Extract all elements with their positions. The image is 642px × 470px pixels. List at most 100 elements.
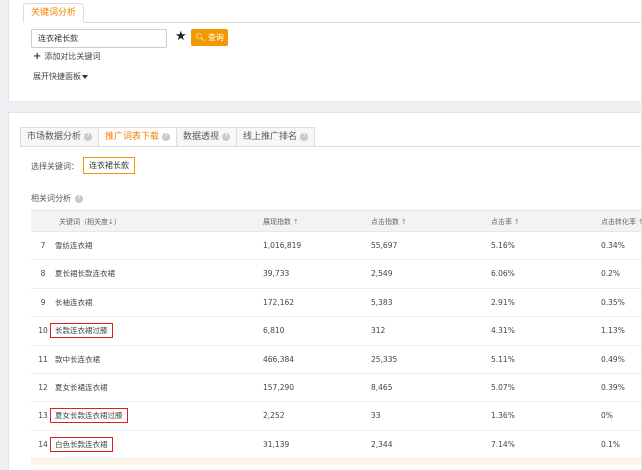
- query-button-label: 查询: [207, 33, 224, 42]
- table-row: 7 雪纺连衣裙 1,016,819 55,697 5.16% 0.34%: [31, 232, 641, 261]
- row-keyword[interactable]: 夏女长裙连衣裙: [55, 383, 108, 392]
- table-body: 7 雪纺连衣裙 1,016,819 55,697 5.16% 0.34% 8 夏长裙长款连衣裙…: [31, 232, 641, 466]
- query-button[interactable]: 🔍︎ 查询: [191, 29, 228, 46]
- row-index: 9: [40, 297, 46, 307]
- row-index: 12: [38, 382, 48, 392]
- expand-panel-label: 展开快捷面板: [33, 72, 81, 81]
- row-ctr: 5.07%: [491, 382, 515, 392]
- help-icon[interactable]: ?: [222, 133, 231, 141]
- row-ctr: 1.36%: [491, 411, 515, 421]
- selected-keyword-chip[interactable]: 连衣裙长款: [83, 157, 135, 174]
- tab-market-data[interactable]: 市场数据分析?: [20, 127, 100, 147]
- table-row: 10 长款连衣裙过膝 6,810 312 4.31% 1.13%: [31, 317, 641, 346]
- row-ctr: 5.11%: [491, 354, 515, 364]
- tab-label: 市场数据分析: [27, 132, 82, 142]
- row-clicks: 33: [371, 411, 381, 421]
- sort-up-icon: ↑: [293, 218, 299, 226]
- row-ctr: 2.91%: [491, 297, 515, 307]
- row-index: 7: [40, 241, 46, 250]
- row-conversion: 0.35%: [601, 297, 625, 307]
- expand-quick-panel-toggle[interactable]: 展开快捷面板: [33, 71, 88, 82]
- row-conversion: 0.49%: [601, 354, 625, 364]
- row-conversion: 0.34%: [601, 241, 625, 250]
- tab-online-ranking[interactable]: 线上推广排名?: [237, 127, 316, 147]
- col-header-impressions[interactable]: 展现指数 ↑: [263, 211, 299, 233]
- row-conversion: 0.1%: [601, 439, 621, 449]
- row-keyword-cell: 夏长裙长款连衣裙: [55, 260, 115, 288]
- table-row: 9 长袖连衣裙 172,162 5,383 2.91% 0.35%: [31, 289, 641, 318]
- row-ctr: 6.06%: [491, 269, 515, 279]
- table-row: 13 夏女长款连衣裙过膝 2,252 33 1.36% 0%: [31, 402, 641, 431]
- row-clicks: 2,344: [371, 439, 393, 449]
- col-header-clicks[interactable]: 点击指数 ↑: [371, 211, 407, 233]
- tab-data-pivot[interactable]: 数据透视?: [177, 127, 238, 147]
- tab-label: 数据透视: [183, 132, 220, 142]
- row-keyword-cell: 白色长款连衣裙: [50, 431, 113, 459]
- row-clicks: 5,383: [371, 297, 393, 307]
- row-keyword-cell: 长款连衣裙过膝: [50, 317, 113, 345]
- sort-up-icon: ↑: [638, 218, 642, 226]
- row-impressions: 157,290: [263, 382, 295, 392]
- highlighted-keyword[interactable]: 长款连衣裙过膝: [50, 323, 113, 339]
- sort-up-icon: ↑: [514, 218, 520, 226]
- row-keyword[interactable]: 长袖连衣裙: [55, 298, 93, 307]
- highlighted-keyword[interactable]: 白色长款连衣裙: [50, 436, 113, 452]
- plus-icon: +: [33, 51, 42, 62]
- row-impressions: 31,139: [263, 439, 290, 449]
- row-ctr: 5.16%: [491, 241, 515, 250]
- table-header: 关键词（相关度↓） 展现指数 ↑ 点击指数 ↑ 点击率 ↑ 点击转化率 ↑: [31, 210, 642, 233]
- row-index: 8: [40, 269, 46, 279]
- row-impressions: 2,252: [263, 411, 285, 421]
- related-title-label: 相关词分析: [31, 194, 71, 203]
- related-analysis-title: 相关词分析?: [31, 193, 83, 204]
- row-keyword-cell: 夏女长款连衣裙过膝: [50, 402, 128, 430]
- row-keyword[interactable]: 款中长连衣裙: [55, 355, 100, 364]
- row-impressions: 172,162: [263, 297, 295, 307]
- keyword-input[interactable]: [31, 29, 167, 48]
- row-conversion: 0.39%: [601, 382, 625, 392]
- select-keyword-label: 选择关键词：: [31, 162, 79, 171]
- col-header-label: 点击率: [491, 218, 512, 226]
- row-impressions: 466,384: [263, 354, 295, 364]
- caret-down-icon: [82, 74, 88, 79]
- col-header-ctr[interactable]: 点击率 ↑: [491, 211, 520, 233]
- row-conversion: 1.13%: [601, 326, 625, 336]
- sort-up-icon: ↑: [401, 218, 407, 226]
- row-clicks: 2,549: [371, 269, 393, 279]
- highlighted-keyword[interactable]: 夏女长款连衣裙过膝: [50, 408, 128, 424]
- tab-keyword-download[interactable]: 推广词表下载?: [99, 127, 178, 147]
- row-clicks: 8,465: [371, 382, 393, 392]
- table-row: 12 夏女长裙连衣裙 157,290 8,465 5.07% 0.39%: [31, 374, 641, 403]
- star-icon[interactable]: ★: [175, 28, 187, 46]
- row-index: 11: [38, 354, 48, 364]
- table-row: 11 款中长连衣裙 466,384 25,335 5.11% 0.49%: [31, 346, 641, 374]
- analysis-panel: 市场数据分析? 推广词表下载? 数据透视? 线上推广排名? 选择关键词： 连衣裙…: [8, 112, 642, 470]
- help-icon[interactable]: ?: [162, 133, 171, 141]
- col-header-label: 关键词（相关度↓）: [59, 218, 121, 226]
- table-row: 8 夏长裙长款连衣裙 39,733 2,549 6.06% 0.2%: [31, 260, 641, 289]
- add-compare-keyword-link[interactable]: + 添加对比关键词: [33, 51, 100, 62]
- row-keyword-cell: 长袖连衣裙: [55, 289, 93, 317]
- row-keyword-cell: 夏女长裙连衣裙: [55, 374, 108, 402]
- col-header-conversion[interactable]: 点击转化率 ↑: [601, 211, 642, 233]
- row-keyword[interactable]: 雪纺连衣裙: [55, 241, 93, 250]
- tab-divider: [23, 22, 641, 23]
- help-icon[interactable]: ?: [300, 133, 309, 141]
- help-icon[interactable]: ?: [75, 194, 83, 203]
- row-conversion: 0%: [601, 411, 613, 421]
- row-keyword-cell: 款中长连衣裙: [55, 346, 100, 374]
- row-clicks: 312: [371, 326, 386, 336]
- col-header-label: 点击转化率: [601, 218, 636, 226]
- row-clicks: 25,335: [371, 354, 398, 364]
- help-icon[interactable]: ?: [84, 133, 93, 141]
- tab-label: 推广词表下载: [105, 132, 160, 142]
- row-conversion: 0.2%: [601, 269, 621, 279]
- col-header-label: 展现指数: [263, 218, 291, 226]
- keyword-search-panel: 关键词分析 ★ 🔍︎ 查询 +添加对比关键词 展开快捷面板: [8, 0, 642, 102]
- row-impressions: 39,733: [263, 269, 290, 279]
- tab-keyword-analysis[interactable]: 关键词分析: [23, 3, 85, 23]
- col-header-keyword[interactable]: 关键词（相关度↓）: [59, 211, 121, 233]
- col-header-label: 点击指数: [371, 218, 399, 226]
- row-keyword[interactable]: 夏长裙长款连衣裙: [55, 269, 115, 278]
- row-keyword-cell: 雪纺连衣裙: [55, 232, 93, 260]
